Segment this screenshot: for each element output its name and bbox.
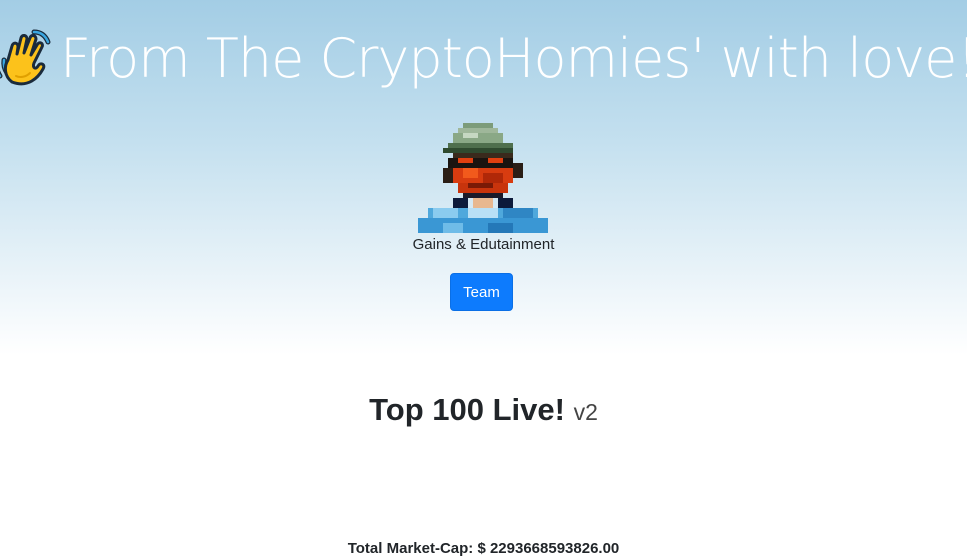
version-label: v2 [573, 399, 598, 425]
hero-section: From The CryptoHomies' with love! Gains … [0, 0, 967, 355]
waving-hand-icon [0, 26, 54, 90]
team-button[interactable]: Team [450, 273, 513, 311]
total-market-cap: Total Market-Cap: $ 2293668593826.00 [347, 540, 620, 557]
headline: From The CryptoHomies' with love! [0, 18, 967, 98]
section-title-text: Top 100 Live! [369, 392, 565, 427]
tagline: Gains & Edutainment [412, 236, 555, 253]
avatar [418, 123, 548, 233]
section-title: Top 100 Live! v2 [0, 392, 967, 428]
page-title: From The CryptoHomies' with love! [59, 26, 967, 90]
